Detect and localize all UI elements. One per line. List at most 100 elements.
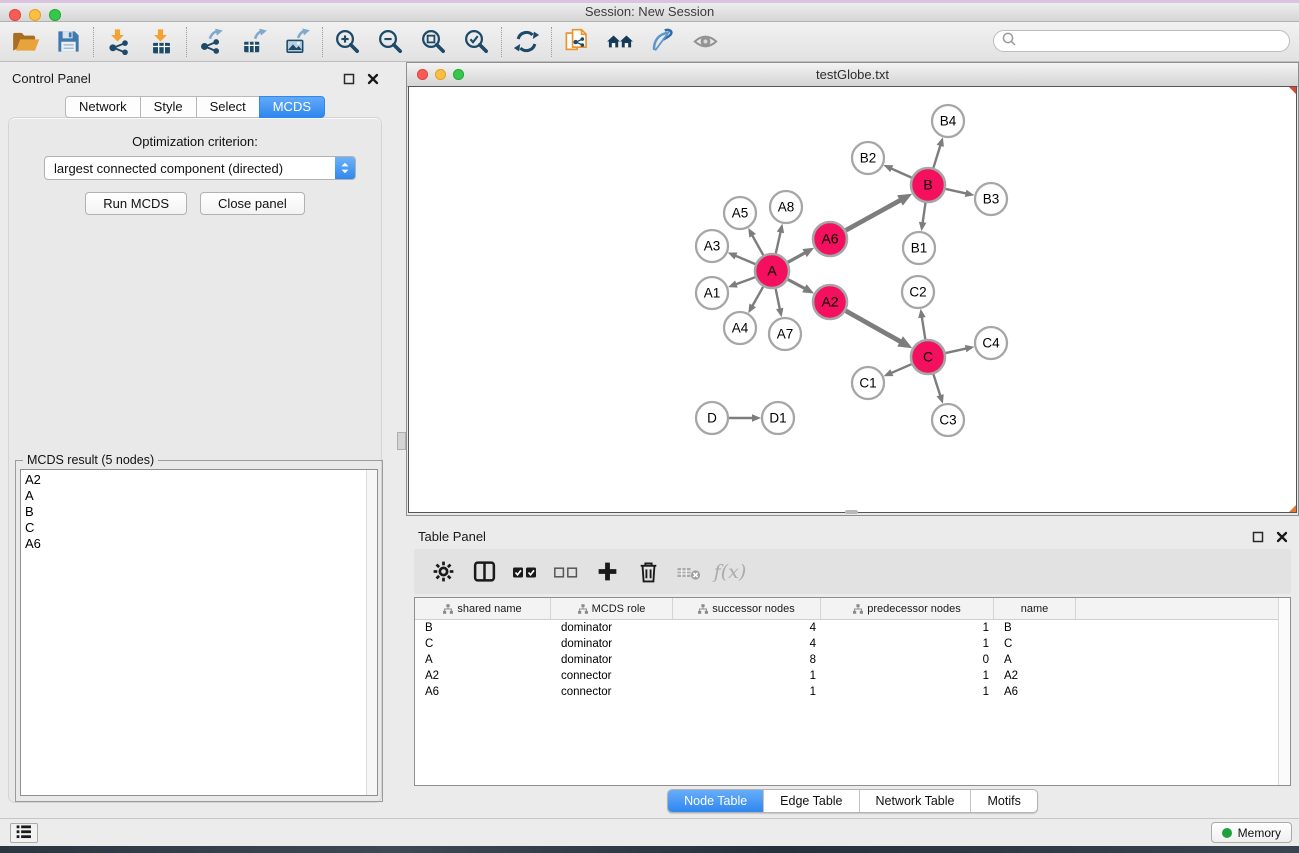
mcds-result-item[interactable]: A bbox=[21, 488, 377, 504]
node-B4[interactable]: B4 bbox=[932, 105, 964, 137]
tab-style[interactable]: Style bbox=[140, 96, 197, 118]
column-header-shared-name[interactable]: shared name bbox=[415, 598, 551, 619]
result-scrollbar[interactable] bbox=[366, 470, 377, 795]
node-A1[interactable]: A1 bbox=[696, 277, 728, 309]
column-header-predecessor-nodes[interactable]: predecessor nodes bbox=[821, 598, 994, 619]
open-session-button[interactable] bbox=[4, 24, 47, 60]
edge-C-C2[interactable] bbox=[918, 309, 926, 339]
node-A8[interactable]: A8 bbox=[770, 191, 802, 223]
node-A4[interactable]: A4 bbox=[724, 312, 756, 344]
create-column-button[interactable] bbox=[592, 555, 622, 589]
settings-button[interactable] bbox=[428, 555, 458, 589]
network-zoom-button[interactable] bbox=[453, 69, 464, 80]
edge-A2-C[interactable] bbox=[846, 311, 913, 348]
run-mcds-button[interactable]: Run MCDS bbox=[85, 192, 187, 215]
column-header-name[interactable]: name bbox=[994, 598, 1076, 619]
show-graphics-details-button[interactable] bbox=[684, 24, 727, 60]
optimization-criterion-select[interactable]: largest connected component (directed) bbox=[44, 156, 356, 180]
node-A2[interactable]: A2 bbox=[813, 285, 847, 319]
edge-A-A6[interactable] bbox=[788, 248, 814, 263]
mcds-result-item[interactable]: C bbox=[21, 520, 377, 536]
zoom-fit-button[interactable] bbox=[412, 24, 455, 60]
edge-A-A1[interactable] bbox=[728, 277, 755, 287]
export-table-button[interactable] bbox=[233, 24, 276, 60]
close-panel-button-mcds[interactable]: Close panel bbox=[200, 192, 305, 215]
zoom-in-button[interactable] bbox=[326, 24, 369, 60]
zoom-button[interactable] bbox=[49, 9, 61, 21]
node-B1[interactable]: B1 bbox=[903, 232, 935, 264]
minimize-button[interactable] bbox=[29, 9, 41, 21]
node-A[interactable]: A bbox=[755, 254, 789, 288]
node-A3[interactable]: A3 bbox=[696, 230, 728, 262]
float-table-panel-button[interactable] bbox=[1251, 530, 1265, 544]
new-network-from-selection-button[interactable] bbox=[555, 24, 598, 60]
search-box[interactable] bbox=[993, 30, 1290, 52]
import-table-button[interactable] bbox=[140, 24, 183, 60]
memory-button[interactable]: Memory bbox=[1211, 822, 1292, 843]
node-B2[interactable]: B2 bbox=[852, 142, 884, 174]
edge-C-C4[interactable] bbox=[946, 345, 975, 353]
tab-network[interactable]: Network bbox=[65, 96, 141, 118]
edge-A-A3[interactable] bbox=[728, 253, 756, 265]
edge-A-A7[interactable] bbox=[776, 289, 784, 318]
node-C[interactable]: C bbox=[911, 340, 945, 374]
tab-mcds[interactable]: MCDS bbox=[259, 96, 325, 118]
network-minimize-button[interactable] bbox=[435, 69, 446, 80]
tab-node-table[interactable]: Node Table bbox=[668, 790, 763, 812]
table-row[interactable]: Bdominator41B bbox=[415, 620, 1290, 636]
node-C3[interactable]: C3 bbox=[932, 404, 964, 436]
close-panel-button[interactable] bbox=[366, 72, 380, 86]
column-header-mcds-role[interactable]: MCDS role bbox=[551, 598, 673, 619]
node-D1[interactable]: D1 bbox=[762, 402, 794, 434]
edge-B-B2[interactable] bbox=[884, 165, 912, 178]
search-input[interactable] bbox=[1021, 31, 1289, 51]
node-C1[interactable]: C1 bbox=[852, 367, 884, 399]
edge-D-D1[interactable] bbox=[729, 414, 761, 422]
zoom-out-button[interactable] bbox=[369, 24, 412, 60]
node-C4[interactable]: C4 bbox=[975, 327, 1007, 359]
zoom-selected-button[interactable] bbox=[455, 24, 498, 60]
close-table-panel-button[interactable] bbox=[1275, 530, 1289, 544]
node-A7[interactable]: A7 bbox=[769, 318, 801, 350]
edge-B-B1[interactable] bbox=[919, 203, 927, 231]
edge-A-A8[interactable] bbox=[776, 224, 784, 254]
edge-A-A5[interactable] bbox=[748, 228, 763, 255]
edge-A-A4[interactable] bbox=[748, 287, 763, 314]
network-close-button[interactable] bbox=[417, 69, 428, 80]
delete-columns-button[interactable] bbox=[633, 555, 663, 589]
edge-C-C3[interactable] bbox=[933, 374, 943, 404]
export-image-button[interactable] bbox=[276, 24, 319, 60]
node-A6[interactable]: A6 bbox=[813, 222, 847, 256]
network-canvas[interactable]: AA1A2A3A4A5A6A7A8BB1B2B3B4CC1C2C3C4DD1 bbox=[408, 86, 1297, 513]
node-D[interactable]: D bbox=[696, 402, 728, 434]
import-network-button[interactable] bbox=[97, 24, 140, 60]
mcds-result-item[interactable]: A2 bbox=[21, 472, 377, 488]
edge-B-B3[interactable] bbox=[946, 189, 975, 197]
tab-network-table[interactable]: Network Table bbox=[859, 790, 971, 812]
refresh-layout-button[interactable] bbox=[505, 24, 548, 60]
network-overview-button[interactable] bbox=[598, 24, 641, 60]
deselect-all-button[interactable] bbox=[551, 555, 581, 589]
mcds-result-item[interactable]: A6 bbox=[21, 536, 377, 552]
node-C2[interactable]: C2 bbox=[902, 276, 934, 308]
table-row[interactable]: Cdominator41C bbox=[415, 636, 1290, 652]
float-panel-button[interactable] bbox=[342, 72, 356, 86]
table-row[interactable]: A2connector11A2 bbox=[415, 668, 1290, 684]
close-button[interactable] bbox=[9, 9, 21, 21]
edge-C-C1[interactable] bbox=[884, 364, 912, 376]
mcds-result-item[interactable]: B bbox=[21, 504, 377, 520]
table-row[interactable]: A6connector11A6 bbox=[415, 684, 1290, 700]
task-history-button[interactable] bbox=[10, 823, 38, 843]
tab-select[interactable]: Select bbox=[196, 96, 260, 118]
vertical-scrollbar-thumb[interactable] bbox=[397, 432, 406, 450]
mcds-result-list[interactable]: A2ABCA6 bbox=[20, 469, 378, 796]
export-network-button[interactable] bbox=[190, 24, 233, 60]
hide-annotations-button[interactable] bbox=[641, 24, 684, 60]
tab-motifs[interactable]: Motifs bbox=[970, 790, 1036, 812]
column-header-successor-nodes[interactable]: successor nodes bbox=[673, 598, 821, 619]
horizontal-scrollbar-thumb[interactable] bbox=[845, 510, 858, 514]
tab-edge-table[interactable]: Edge Table bbox=[763, 790, 858, 812]
save-session-button[interactable] bbox=[47, 24, 90, 60]
table-scrollbar[interactable] bbox=[1278, 598, 1290, 785]
toggle-columns-button[interactable] bbox=[469, 555, 499, 589]
